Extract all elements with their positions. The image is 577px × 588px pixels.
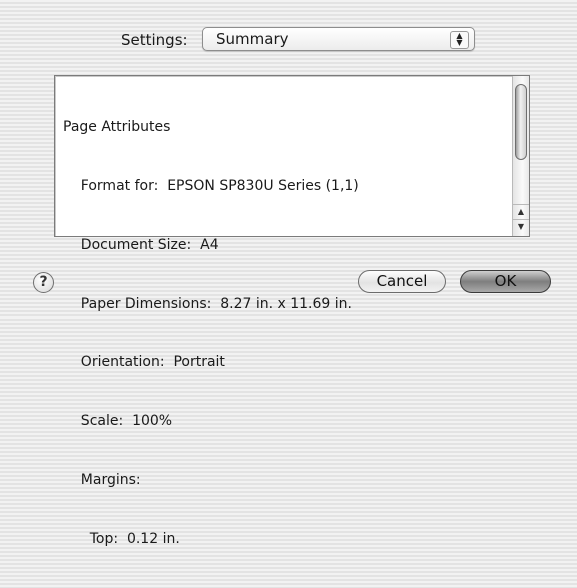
summary-line-top-margin: Top: 0.12 in. xyxy=(63,530,180,547)
settings-label: Settings: xyxy=(121,31,188,49)
settings-popup-value: Summary xyxy=(216,30,289,48)
updown-arrows-icon: ▲ ▼ xyxy=(450,31,469,49)
summary-box[interactable]: Page Attributes Format for: EPSON SP830U… xyxy=(54,75,530,547)
scrollbar-thumb[interactable] xyxy=(515,84,527,160)
summary-line-paper-dimensions: Paper Dimensions: 8.27 in. x 11.69 in. xyxy=(63,295,352,312)
summary-line-orientation: Orientation: Portrait xyxy=(63,354,225,371)
summary-text: Page Attributes Format for: EPSON SP830U… xyxy=(63,79,359,588)
scroll-down-arrow-icon[interactable]: ▼ xyxy=(513,219,529,234)
summary-line-scale: Scale: 100% xyxy=(63,413,173,430)
summary-line-margins: Margins: xyxy=(63,471,141,488)
summary-line-format-for: Format for: EPSON SP830U Series (1,1) xyxy=(63,177,359,194)
help-button[interactable]: ? xyxy=(33,272,54,293)
cancel-button[interactable]: Cancel xyxy=(358,270,446,293)
settings-popup[interactable]: Summary ▲ ▼ xyxy=(202,27,475,51)
vertical-scrollbar[interactable]: ▲ ▼ xyxy=(512,76,529,236)
summary-line-page-attributes: Page Attributes xyxy=(63,119,171,136)
scroll-up-arrow-icon[interactable]: ▲ xyxy=(513,204,529,219)
ok-button[interactable]: OK xyxy=(460,270,551,293)
summary-line-document-size: Document Size: A4 xyxy=(63,236,219,253)
